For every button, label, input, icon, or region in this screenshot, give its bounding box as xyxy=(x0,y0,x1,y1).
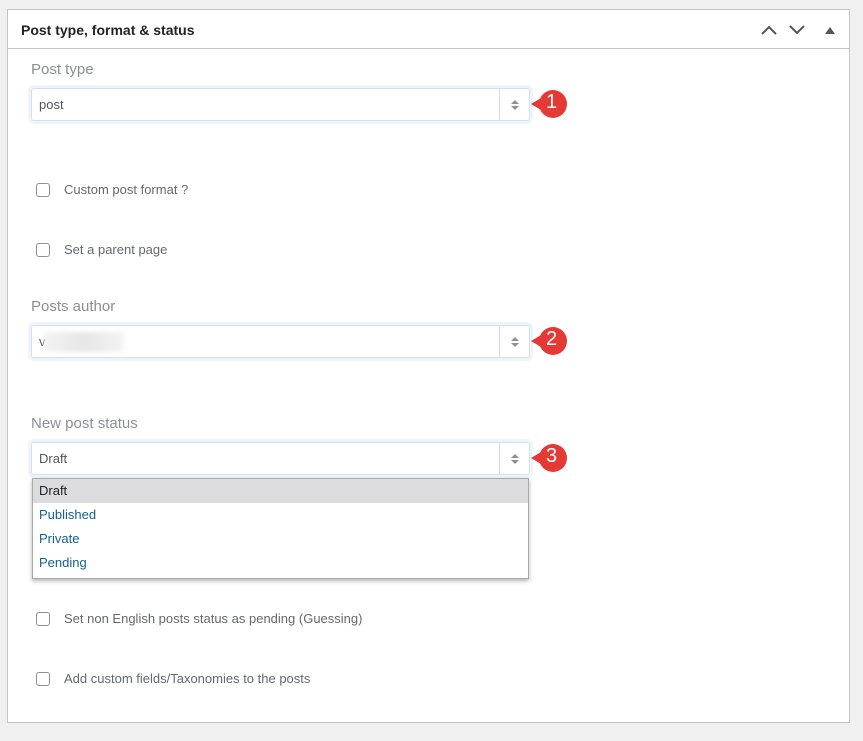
move-down-button[interactable] xyxy=(785,18,809,42)
post-status-dropdown: Draft Published Private Pending xyxy=(32,478,529,579)
dropdown-option-private[interactable]: Private xyxy=(33,527,528,551)
triangle-up-icon xyxy=(825,26,835,34)
post-settings-panel: Post type, format & status Post type pos… xyxy=(7,9,850,723)
collapse-button[interactable] xyxy=(818,18,842,42)
chevron-up-icon xyxy=(761,25,777,35)
panel-header: Post type, format & status xyxy=(8,10,849,49)
annotation-badge-3: 3 xyxy=(531,440,567,476)
dropdown-option-pending[interactable]: Pending xyxy=(33,551,528,575)
redacted-author-name xyxy=(44,332,124,352)
post-type-value: post xyxy=(39,97,64,112)
annotation-badge-1: 1 xyxy=(531,86,567,122)
non-english-pending-label: Set non English posts status as pending … xyxy=(64,611,363,626)
post-type-label: Post type xyxy=(31,61,94,78)
select-arrows-icon xyxy=(499,443,529,474)
non-english-pending-option[interactable]: Set non English posts status as pending … xyxy=(36,611,362,626)
custom-post-format-label: Custom post format ? xyxy=(64,182,189,197)
annotation-badge-2: 2 xyxy=(531,323,567,359)
custom-fields-label: Add custom fields/Taxonomies to the post… xyxy=(64,671,311,686)
custom-fields-option[interactable]: Add custom fields/Taxonomies to the post… xyxy=(36,671,310,686)
posts-author-label: Posts author xyxy=(31,298,116,315)
custom-fields-checkbox[interactable] xyxy=(36,671,50,686)
select-arrows-icon xyxy=(499,326,529,357)
dropdown-option-published[interactable]: Published xyxy=(33,503,528,527)
custom-post-format-checkbox[interactable] xyxy=(36,182,50,197)
non-english-pending-checkbox[interactable] xyxy=(36,611,50,626)
move-up-button[interactable] xyxy=(757,18,781,42)
custom-post-format-option[interactable]: Custom post format ? xyxy=(36,182,188,197)
select-arrows-icon xyxy=(499,89,529,120)
parent-page-option[interactable]: Set a parent page xyxy=(36,242,167,257)
panel-title: Post type, format & status xyxy=(21,22,195,38)
new-post-status-value: Draft xyxy=(39,451,68,466)
posts-author-select[interactable]: v xyxy=(31,325,530,358)
new-post-status-label: New post status xyxy=(31,415,138,432)
chevron-down-icon xyxy=(789,25,805,35)
dropdown-option-draft[interactable]: Draft xyxy=(33,479,528,503)
parent-page-checkbox[interactable] xyxy=(36,242,50,257)
new-post-status-select[interactable]: Draft xyxy=(31,442,530,475)
parent-page-label: Set a parent page xyxy=(64,242,168,257)
post-type-select[interactable]: post xyxy=(31,88,530,121)
